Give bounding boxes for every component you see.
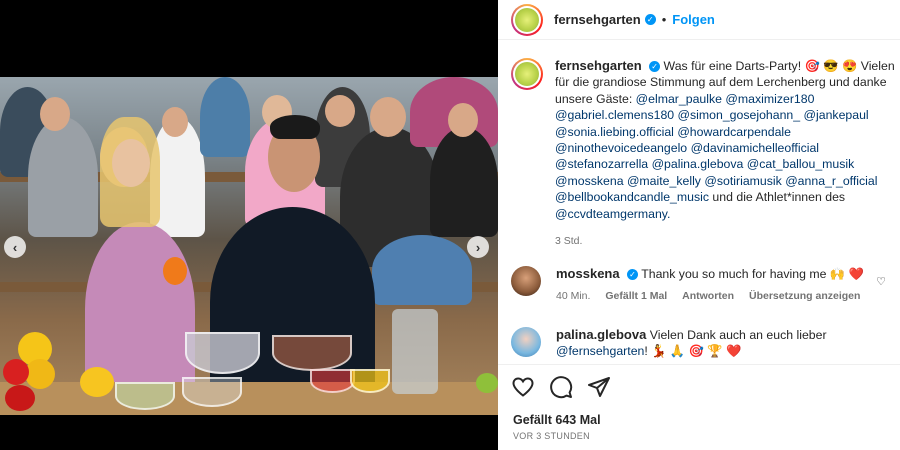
red-pepper [5, 385, 35, 411]
mention-link[interactable]: @fernsehgarten [556, 344, 644, 358]
like-count[interactable]: Gefällt 643 Mal [513, 413, 601, 427]
caption-line: für die grandiose Stimmung auf dem Lerch… [555, 75, 887, 90]
account-avatar[interactable] [511, 3, 543, 36]
mention-link[interactable]: @simon_gosejohann_ [678, 108, 801, 122]
microphone-icon [163, 257, 187, 285]
mention-link[interactable]: @sonia.liebing.official [555, 125, 674, 139]
caption-line: @bellbookandcandle_music und die Athlet*… [555, 189, 895, 205]
chevron-left-icon[interactable]: ‹ [4, 236, 26, 258]
caption-line: @mosskena @maite_kelly @sotiriamusik @an… [555, 173, 895, 189]
follow-button[interactable]: Folgen [672, 12, 715, 27]
mention-link[interactable]: @stefanozarrella [555, 157, 648, 171]
caption-line: @gabriel.clemens180 @simon_gosejohann_ @… [555, 107, 895, 123]
mention-link[interactable]: @ccvdteamgermany. [555, 207, 670, 221]
action-icons [511, 375, 611, 399]
comment-icon[interactable] [549, 375, 573, 399]
mention-link[interactable]: @elmar_paulke [636, 92, 722, 106]
mention-link[interactable]: @mosskena [555, 174, 624, 188]
post-actions: Gefällt 643 Mal VOR 3 STUNDEN [498, 364, 900, 450]
mention-link[interactable]: @howardcarpendale [677, 125, 791, 139]
audience-head [370, 97, 406, 137]
mention-link[interactable]: @sotiriamusik [704, 174, 781, 188]
mention-link[interactable]: @cat_ballou_musik [747, 157, 855, 171]
separator-dot: • [661, 12, 667, 27]
post-details-panel: fernsehgarten ✓ • Folgen fernsehgarten ✓… [498, 0, 900, 450]
mention-link[interactable]: @davinamichelleofficial [691, 141, 819, 155]
glass-bowl [272, 335, 352, 371]
lime [476, 373, 498, 393]
post-media: ‹ › [0, 0, 498, 450]
audience-member [200, 77, 250, 157]
mention-link[interactable]: @palina.glebova [652, 157, 744, 171]
caption-line: @stefanozarrella @palina.glebova @cat_ba… [555, 156, 895, 172]
post-caption: fernsehgarten ✓ Was für eine Darts-Party… [511, 58, 900, 249]
comment-meta: 40 Min. Gefällt 1 Mal Antworten Übersetz… [556, 288, 876, 304]
caption-line: @ninothevoicedeangelo @davinamichelleoff… [555, 140, 895, 156]
chevron-right-icon[interactable]: › [467, 236, 489, 258]
mention-link[interactable]: @jankepaul [804, 108, 869, 122]
caption-age: 3 Std. [555, 235, 583, 248]
audience-member [430, 127, 498, 237]
translate-button[interactable]: Übersetzung anzeigen [749, 290, 860, 302]
caption-segment: unsere Gäste: [555, 91, 636, 106]
mention-link[interactable]: @bellbookandcandle_music [555, 190, 709, 204]
comment-text: Thank you so much for having me 🙌 ❤️ [641, 267, 864, 281]
comment-item: palina.glebova Vielen Dank auch an euch … [511, 327, 876, 360]
mention-link[interactable]: @maite_kelly [627, 174, 701, 188]
post-timestamp: VOR 3 STUNDEN [513, 431, 590, 441]
comment-user[interactable]: mosskena [556, 266, 620, 281]
caption-line: unsere Gäste: @elmar_paulke @maximizer18… [555, 91, 895, 107]
audience-head [325, 95, 355, 127]
comment-body: mosskena ✓ Thank you so much for having … [556, 266, 876, 305]
comment-avatar[interactable] [511, 327, 541, 357]
audience-head [448, 103, 478, 137]
comment-item: mosskena ✓ Thank you so much for having … [511, 266, 876, 305]
mention-link[interactable]: @ninothevoicedeangelo [555, 141, 687, 155]
caption-line: @ccvdteamgermany. [555, 206, 895, 222]
mention-link[interactable]: @maximizer180 [725, 92, 814, 106]
verified-badge-icon: ✓ [649, 61, 661, 73]
comment-age: 40 Min. [556, 290, 591, 303]
host-man-hair [270, 115, 320, 139]
verified-badge-icon: ✓ [644, 14, 656, 25]
audience-jeans [372, 235, 472, 305]
caption-segment: und die Athlet*innen des [709, 190, 846, 205]
heart-outline-icon[interactable]: ♡ [876, 275, 886, 288]
comment-avatar[interactable] [511, 266, 541, 296]
glass-bowl [182, 377, 242, 407]
reply-button[interactable]: Antworten [682, 290, 734, 302]
caption-handle[interactable]: fernsehgarten [555, 58, 642, 73]
account-handle[interactable]: fernsehgarten [554, 12, 641, 27]
red-pepper [3, 359, 29, 385]
share-icon[interactable] [587, 375, 611, 399]
comment-user[interactable]: palina.glebova [556, 327, 646, 342]
audience-head [162, 107, 188, 137]
post-header: fernsehgarten ✓ • Folgen [498, 0, 900, 40]
comment-likes[interactable]: Gefällt 1 Mal [605, 290, 667, 302]
verified-badge-icon: ✓ [627, 269, 639, 281]
salad-bowl [115, 382, 175, 410]
yellow-pepper [25, 359, 55, 389]
caption-text: fernsehgarten ✓ Was für eine Darts-Party… [555, 58, 895, 249]
heart-icon[interactable] [511, 375, 535, 399]
caption-avatar[interactable] [511, 58, 543, 90]
comment-text: Vielen Dank auch an euch lieber [649, 328, 827, 342]
pepper-bowl [350, 369, 390, 393]
post-photo[interactable] [0, 77, 498, 415]
yellow-pepper [80, 367, 114, 397]
audience-head [40, 97, 70, 131]
caption-line: @sonia.liebing.official @howardcarpendal… [555, 124, 895, 140]
mention-link[interactable]: @anna_r_official [785, 174, 877, 188]
instagram-post-viewer: ‹ › fernsehgarten ✓ • Folgen fernsehgart… [0, 0, 900, 450]
comment-body: palina.glebova Vielen Dank auch an euch … [556, 327, 876, 360]
tomato-bowl [310, 369, 355, 393]
comment-text-end: ! 💃 🙏 🎯 🏆 ❤️ [644, 344, 742, 359]
cooking-pot [185, 332, 260, 374]
audience-member [28, 117, 98, 237]
blender [392, 309, 438, 394]
caption-line: Was für eine Darts-Party! 🎯 😎 😍 Vielen D [663, 59, 895, 73]
host-woman-face [112, 139, 150, 187]
mention-link[interactable]: @gabriel.clemens180 [555, 108, 674, 122]
